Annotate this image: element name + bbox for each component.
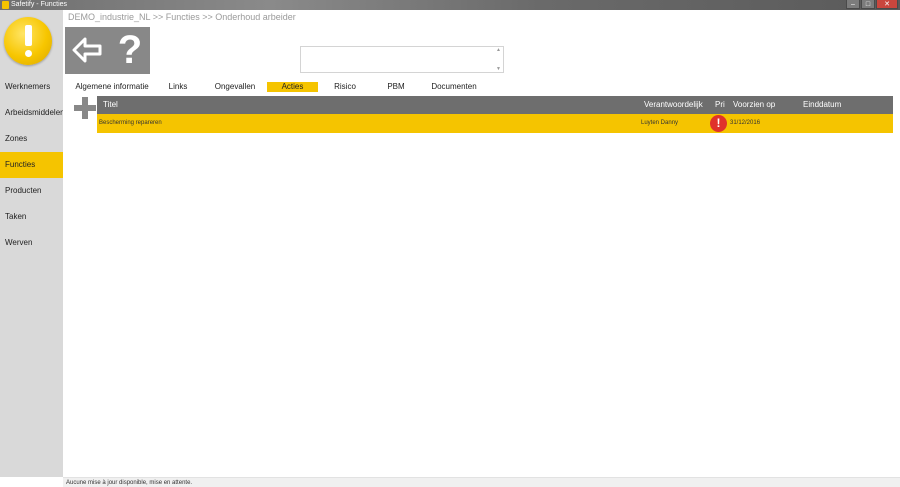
tab-algemene-informatie[interactable]: Algemene informatie (72, 82, 152, 92)
sidebar-item-producten[interactable]: Producten (0, 178, 63, 204)
scroll-down-arrow[interactable]: ▼ (496, 66, 501, 72)
cell-voorzien-op: 31/12/2016 (730, 120, 761, 126)
exclamation-circle-icon: ! (710, 115, 727, 132)
description-textbox[interactable] (300, 46, 504, 73)
window-title: Safetify - Functies (11, 1, 68, 8)
cell-titel: Bescherming repareren (99, 120, 162, 126)
close-button[interactable]: ✕ (876, 0, 898, 9)
logo-bar (25, 25, 32, 46)
actions-table: Titel Verantwoordelijk Pri Voorzien op E… (97, 96, 893, 133)
arrow-left-icon[interactable] (72, 37, 102, 63)
col-titel[interactable]: Titel (103, 96, 118, 114)
status-bar: Aucune mise à jour disponible, mise en a… (63, 477, 900, 487)
sidebar-item-arbeidsmiddelen[interactable]: Arbeidsmiddelen (0, 100, 63, 126)
sidebar: Werknemers Arbeidsmiddelen Zones Functie… (0, 10, 63, 477)
plus-icon-v (82, 97, 88, 119)
table-header: Titel Verantwoordelijk Pri Voorzien op E… (97, 96, 893, 114)
cell-verantwoordelijk: Luyten Danny (641, 120, 679, 126)
add-button[interactable] (74, 97, 96, 119)
col-pri[interactable]: Pri (715, 96, 725, 114)
tab-documenten[interactable]: Documenten (428, 82, 480, 92)
tab-links[interactable]: Links (163, 82, 193, 92)
tab-bar: Algemene informatie Links Ongevallen Act… (66, 82, 626, 92)
minimize-button[interactable]: – (846, 0, 860, 9)
scroll-up-arrow[interactable]: ▲ (496, 47, 501, 53)
col-verantwoordelijk[interactable]: Verantwoordelijk (644, 96, 703, 114)
tab-pbm[interactable]: PBM (383, 82, 409, 92)
tab-risico[interactable]: Risico (330, 82, 360, 92)
logo-dot (25, 50, 32, 57)
sidebar-item-werknemers[interactable]: Werknemers (0, 74, 63, 100)
table-row[interactable]: Bescherming repareren Luyten Danny ! 31/… (97, 114, 893, 133)
sidebar-item-zones[interactable]: Zones (0, 126, 63, 152)
app-icon (2, 1, 9, 9)
breadcrumb: DEMO_industrie_NL >> Functies >> Onderho… (68, 12, 296, 22)
sidebar-item-taken[interactable]: Taken (0, 204, 63, 230)
col-voorzien-op[interactable]: Voorzien op (733, 96, 775, 114)
title-bar: Safetify - Functies – □ ✕ (0, 0, 900, 10)
maximize-button[interactable]: □ (861, 0, 875, 9)
tab-acties[interactable]: Acties (267, 82, 318, 92)
help-button[interactable]: ? (113, 27, 147, 74)
col-einddatum[interactable]: Einddatum (803, 96, 841, 114)
sidebar-item-werven[interactable]: Werven (0, 230, 63, 256)
warning-exclamation-icon (4, 17, 52, 65)
toolbar: ? (65, 27, 150, 74)
window-controls: – □ ✕ (845, 0, 898, 10)
tab-ongevallen[interactable]: Ongevallen (212, 82, 258, 92)
app-window: Safetify - Functies – □ ✕ Werknemers Arb… (0, 0, 900, 487)
sidebar-item-functies[interactable]: Functies (0, 152, 63, 178)
sidebar-nav: Werknemers Arbeidsmiddelen Zones Functie… (0, 74, 63, 256)
